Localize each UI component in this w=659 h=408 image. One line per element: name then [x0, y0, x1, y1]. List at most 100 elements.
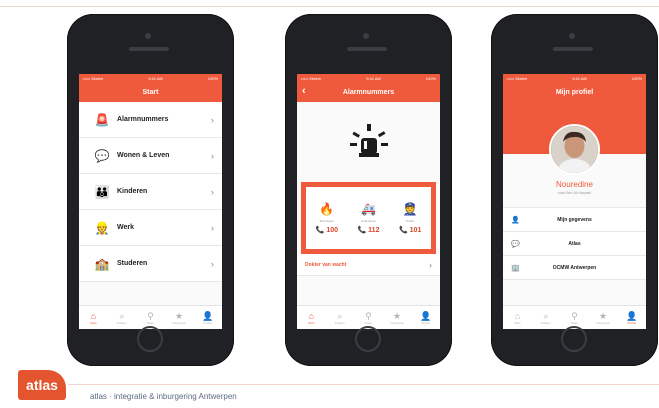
- home-button[interactable]: [137, 326, 163, 352]
- profile-row-label: Atlas: [568, 240, 581, 247]
- profile-row-ocmw[interactable]: 🏢 OCMW Antwerpen: [503, 256, 646, 280]
- person-icon: 👤: [511, 216, 520, 224]
- home-button[interactable]: [561, 326, 587, 352]
- chevron-right-icon: ›: [211, 186, 214, 197]
- tab-zoeken[interactable]: ⌕ Zoeken: [326, 306, 355, 329]
- menu-item-label: Kinderen: [117, 188, 148, 195]
- tab-zoeken[interactable]: ⌕ Zoeken: [532, 306, 561, 329]
- chevron-right-icon: ›: [211, 258, 214, 269]
- speech-bubble-icon: 💬: [94, 148, 110, 163]
- family-icon: 👪: [94, 184, 110, 199]
- siren-icon: [349, 124, 388, 157]
- phone-alarmnummers: ••••• Sketch 9:41 AM 100% ‹ Alarmnummers: [285, 14, 452, 366]
- phone-profiel: ••••• Sketch 9:41 AM 100% Mijn profiel N…: [491, 14, 658, 366]
- nav-bar: Mijn profiel: [503, 82, 646, 102]
- top-divider: [0, 6, 659, 7]
- ambulance-icon: 🚑: [361, 202, 376, 216]
- speaker: [553, 47, 593, 51]
- police-icon: 👮: [402, 202, 418, 216]
- screen-alarmnummers: ••••• Sketch 9:41 AM 100% ‹ Alarmnummers: [297, 74, 440, 329]
- search-icon: ⌕: [543, 310, 549, 321]
- tab-zoeken[interactable]: ⌕ Zoeken: [108, 306, 137, 329]
- home-button[interactable]: [355, 326, 381, 352]
- tab-profiel[interactable]: 👤 Profiel: [617, 306, 646, 329]
- star-icon: ★: [599, 310, 608, 321]
- fire-icon: 🔥: [319, 202, 335, 216]
- emergency-label: Politie: [406, 219, 415, 223]
- avatar-photo: [551, 126, 598, 173]
- speaker: [129, 47, 169, 51]
- time: 9:41 AM: [572, 75, 587, 81]
- map-pin-icon: ⚲: [365, 310, 372, 321]
- menu-item-kinderen[interactable]: 👪 Kinderen ›: [79, 174, 222, 210]
- status-bar: ••••• Sketch 9:41 AM 100%: [503, 74, 646, 82]
- emergency-numbers-panel: 🔥 Brandweer 📞 100 🚑 Ambulance 📞 112 👮 Po…: [301, 182, 436, 254]
- screen-start: ••••• Sketch 9:41 AM 100% Start 🚨 Alarmn…: [79, 74, 222, 329]
- profile-list: 👤 Mijn gegevens 💬 Atlas 🏢 OCMW Antwerpen: [503, 207, 646, 280]
- screen-title: Alarmnummers: [342, 88, 395, 96]
- tab-start[interactable]: ⌂ Start: [79, 306, 108, 329]
- atlas-logo: atlas: [18, 370, 66, 400]
- tab-label: Profiel: [627, 320, 636, 325]
- profile-row-atlas[interactable]: 💬 Atlas: [503, 232, 646, 256]
- chat-icon: 💬: [511, 240, 520, 248]
- tab-label: Zoeken: [540, 320, 551, 325]
- camera: [569, 33, 575, 39]
- profile-row-mijn-gegevens[interactable]: 👤 Mijn gegevens: [503, 208, 646, 232]
- tab-start[interactable]: ⌂ Start: [297, 306, 326, 329]
- tab-start[interactable]: ⌂ Start: [503, 306, 532, 329]
- nav-bar: ‹ Alarmnummers: [297, 82, 440, 102]
- tab-profiel[interactable]: 👤 Profiel: [411, 306, 440, 329]
- chevron-right-icon: ›: [211, 150, 214, 161]
- tab-profiel[interactable]: 👤 Profiel: [193, 306, 222, 329]
- tab-label: Start: [90, 320, 97, 325]
- profile-row-label: OCMW Antwerpen: [552, 264, 597, 271]
- camera: [363, 33, 369, 39]
- tab-favorieten[interactable]: ★ Favorieten: [383, 306, 412, 329]
- chevron-right-icon: ›: [211, 222, 214, 233]
- emergency-label: Brandweer: [319, 219, 335, 223]
- tab-favorieten[interactable]: ★ Favorieten: [589, 306, 618, 329]
- map-pin-icon: ⚲: [147, 310, 154, 321]
- tab-label: Kaart: [570, 320, 579, 325]
- tab-label: Favorieten: [595, 320, 611, 325]
- tab-label: Profiel: [421, 320, 430, 325]
- tab-favorieten[interactable]: ★ Favorieten: [165, 306, 194, 329]
- battery: 100%: [207, 75, 218, 81]
- menu-item-wonen-leven[interactable]: 💬 Wonen & Leven ›: [79, 138, 222, 174]
- emergency-label: Ambulance: [361, 219, 377, 223]
- home-icon: ⌂: [514, 310, 521, 321]
- tab-label: Kaart: [146, 320, 155, 325]
- tab-label: Favorieten: [389, 320, 405, 325]
- menu-item-alarmnummers[interactable]: 🚨 Alarmnummers ›: [79, 102, 222, 138]
- tab-label: Favorieten: [171, 320, 187, 325]
- screen-profiel: ••••• Sketch 9:41 AM 100% Mijn profiel N…: [503, 74, 646, 329]
- footer-text: atlas · integratie & inburgering Antwerp…: [90, 392, 237, 401]
- tab-label: Start: [514, 320, 521, 325]
- menu-item-label: Studeren: [117, 260, 148, 267]
- search-icon: ⌕: [119, 310, 125, 321]
- tab-label: Zoeken: [334, 320, 345, 325]
- status-bar: ••••• Sketch 9:41 AM 100%: [297, 74, 440, 82]
- avatar[interactable]: [549, 124, 600, 175]
- status-bar: ••••• Sketch 9:41 AM 100%: [79, 74, 222, 82]
- profile-icon: 👤: [202, 310, 214, 321]
- profile-header: Mijn profiel: [503, 82, 646, 175]
- classroom-icon: 🏫: [94, 256, 110, 271]
- emergency-ambulance[interactable]: 🚑 Ambulance 📞 112: [348, 187, 390, 249]
- menu-item-werk[interactable]: 👷 Werk ›: [79, 210, 222, 246]
- emergency-brandweer[interactable]: 🔥 Brandweer 📞 100: [306, 187, 348, 249]
- menu-item-label: Werk: [117, 224, 134, 231]
- phone-start: ••••• Sketch 9:41 AM 100% Start 🚨 Alarmn…: [67, 14, 234, 366]
- screen-title: Start: [142, 88, 159, 96]
- doctor-on-call-label: Dokter van wacht: [305, 261, 347, 268]
- star-icon: ★: [393, 310, 402, 321]
- emergency-politie[interactable]: 👮 Politie 📞 101: [389, 187, 431, 249]
- doctor-on-call-row[interactable]: Dokter van wacht ›: [297, 254, 440, 276]
- camera: [145, 33, 151, 39]
- menu-item-studeren[interactable]: 🏫 Studeren ›: [79, 246, 222, 282]
- profile-name: Nouredine: [556, 180, 593, 189]
- building-icon: 🏢: [511, 264, 520, 272]
- back-chevron-icon[interactable]: ‹: [302, 85, 306, 97]
- carrier: ••••• Sketch: [83, 75, 104, 81]
